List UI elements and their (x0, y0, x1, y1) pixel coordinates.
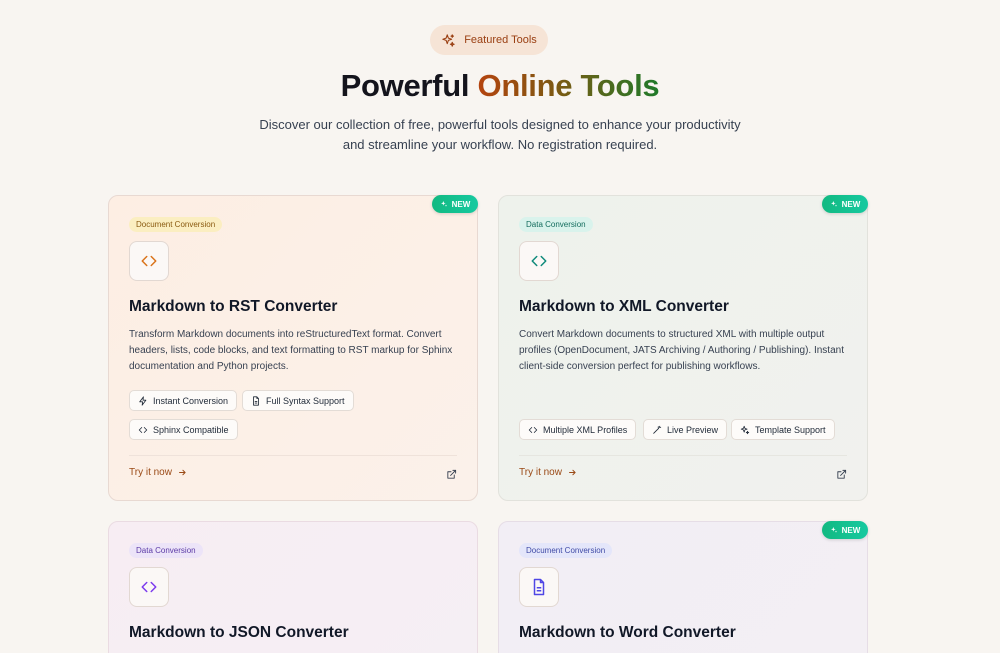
new-label: NEW (451, 199, 471, 209)
feature-instant-conversion: Instant Conversion (129, 390, 238, 411)
feature-full-syntax-support: Full Syntax Support (242, 390, 354, 411)
subtitle-line1: Discover our collection of free, powerfu… (259, 117, 741, 132)
feature-multiple-xml-profiles: Multiple XML Profiles (519, 419, 637, 440)
sparkles-icon (740, 425, 750, 434)
try-it-now-link[interactable]: Try it now (129, 467, 187, 478)
new-badge: NEW (822, 521, 868, 539)
try-it-now-link[interactable]: Try it now (519, 467, 577, 478)
subtitle-line2: and streamline your workflow. No registr… (342, 137, 658, 152)
feature-template-support: Template Support (731, 419, 835, 440)
card-title: Markdown to Word Converter (519, 624, 736, 641)
code-icon (531, 255, 547, 267)
category-badge: Document Conversion (129, 217, 223, 232)
card-title: Markdown to XML Converter (519, 298, 729, 315)
tool-card-md-to-xml[interactable]: NEW Data Conversion Markdown to XML Conv… (498, 195, 868, 501)
category-badge: Data Conversion (519, 217, 593, 232)
lightning-icon (139, 395, 147, 406)
sparkles-icon (440, 201, 447, 207)
tool-card-md-to-word[interactable]: NEW Document Conversion Markdown to Word… (498, 521, 868, 653)
page-title: Powerful Online Tools (0, 68, 1000, 104)
document-icon (253, 395, 259, 406)
code-icon (528, 426, 538, 433)
new-badge: NEW (822, 195, 868, 213)
new-label: NEW (841, 199, 861, 209)
card-title: Markdown to JSON Converter (129, 624, 349, 641)
sparkles-icon (830, 201, 837, 207)
code-icon (141, 581, 157, 593)
sparkles-icon (830, 527, 837, 533)
feature-sphinx-compatible: Sphinx Compatible (129, 419, 238, 440)
external-link-icon (447, 469, 457, 479)
featured-tools-badge: Featured Tools (430, 25, 548, 55)
title-part1: Powerful (340, 68, 470, 103)
new-label: NEW (841, 525, 861, 535)
code-icon (141, 255, 157, 267)
page-subtitle: Discover our collection of free, powerfu… (245, 115, 755, 155)
featured-tools-label: Featured Tools (464, 34, 537, 46)
card-divider (129, 455, 457, 456)
arrow-right-icon (569, 469, 576, 476)
card-description: Transform Markdown documents into reStru… (129, 329, 453, 373)
sparkles-icon (442, 33, 455, 47)
category-badge: Document Conversion (519, 543, 613, 558)
tool-card-md-to-rst[interactable]: NEW Document Conversion Markdown to RST … (108, 195, 478, 501)
tool-icon-box (519, 567, 559, 607)
card-title: Markdown to RST Converter (129, 298, 338, 315)
document-icon (533, 578, 545, 596)
external-link-button[interactable] (446, 467, 457, 479)
title-part2: Online Tools (477, 68, 660, 103)
feature-live-preview: Live Preview (643, 419, 728, 440)
tool-icon-box (519, 241, 559, 281)
code-icon (138, 426, 148, 433)
external-link-button[interactable] (836, 467, 847, 479)
category-badge: Data Conversion (129, 543, 203, 558)
tool-card-md-to-json[interactable]: Data Conversion Markdown to JSON Convert… (108, 521, 478, 653)
tool-icon-box (129, 241, 169, 281)
card-divider (519, 455, 847, 456)
external-link-icon (837, 469, 847, 479)
new-badge: NEW (432, 195, 478, 213)
arrow-right-icon (179, 469, 186, 476)
tool-icon-box (129, 567, 169, 607)
magic-wand-icon (653, 425, 662, 434)
card-description: Convert Markdown documents to structured… (519, 329, 844, 373)
